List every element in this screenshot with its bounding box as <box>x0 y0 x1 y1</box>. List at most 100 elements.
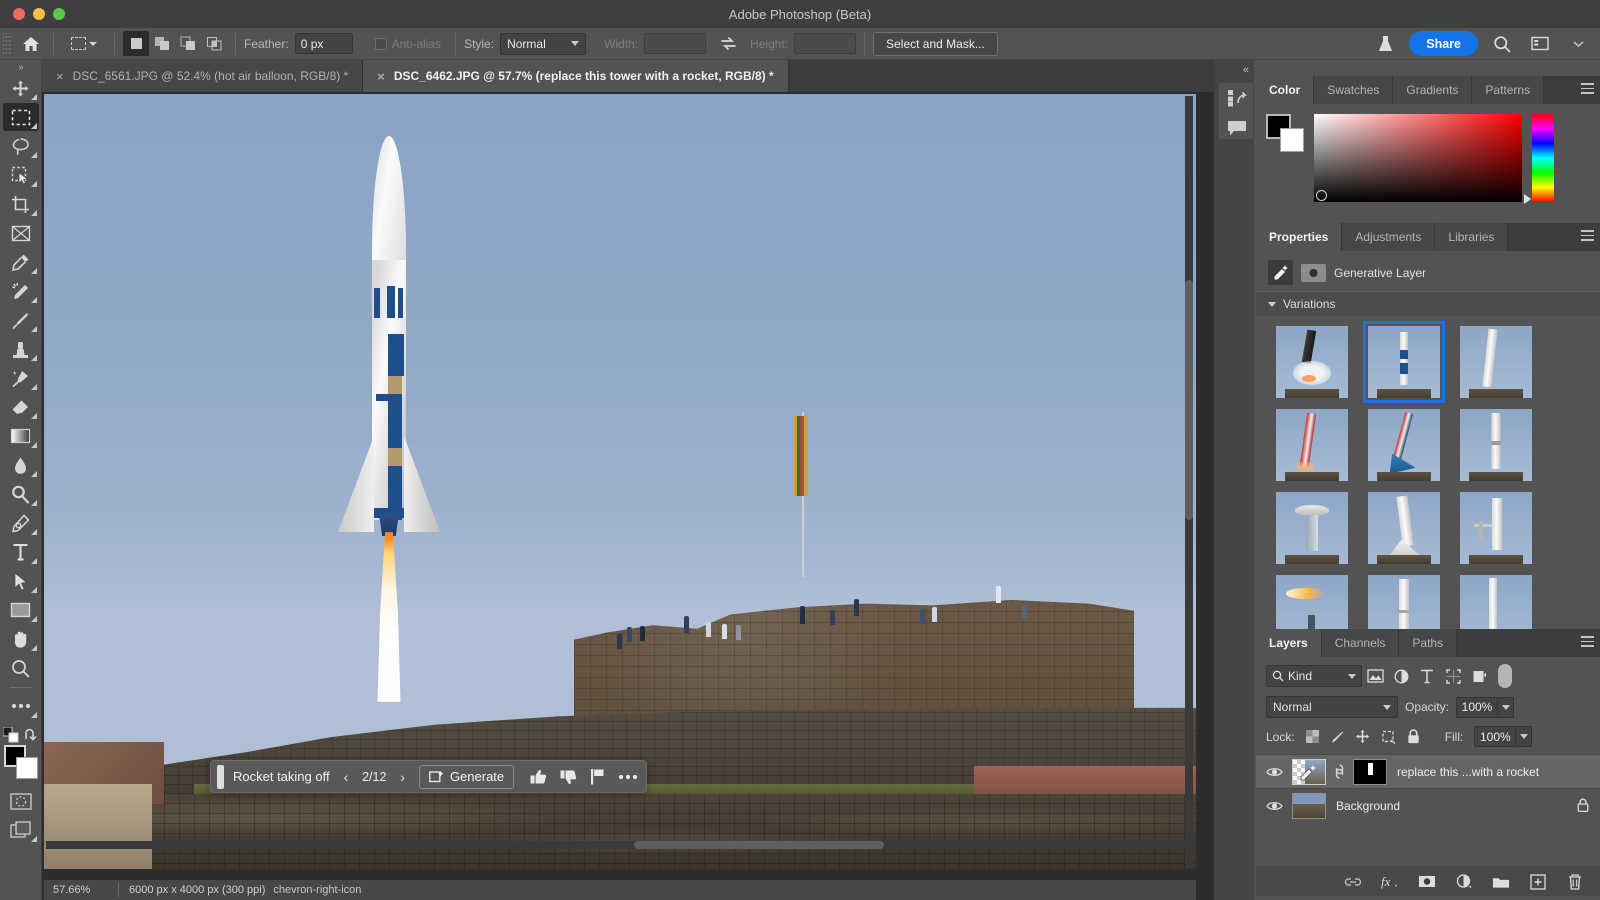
tab-paths[interactable]: Paths <box>1399 629 1457 657</box>
tab-color[interactable]: Color <box>1256 76 1314 104</box>
screen-mode-icon[interactable] <box>3 816 39 844</box>
document-tab-1[interactable]: × DSC_6561.JPG @ 52.4% (hot air balloon,… <box>42 60 363 92</box>
new-selection-button[interactable] <box>123 31 149 56</box>
anti-alias-control[interactable]: Anti-alias <box>375 37 447 51</box>
flask-icon[interactable] <box>1372 32 1398 56</box>
close-icon[interactable]: × <box>377 70 385 83</box>
chevron-down-icon[interactable] <box>1565 32 1591 56</box>
background-color-swatch[interactable] <box>16 757 38 779</box>
anti-alias-checkbox[interactable] <box>375 38 387 50</box>
layer-visibility-toggle[interactable] <box>1264 766 1284 778</box>
link-layers-icon[interactable] <box>1344 877 1362 887</box>
toolbar-grip[interactable]: » <box>0 60 41 74</box>
canvas-area[interactable]: 57.66% 6000 px x 4000 px (300 ppi) chevr… <box>42 92 1214 900</box>
zoom-level[interactable]: 57.66% <box>44 884 118 896</box>
generate-button[interactable]: Generate <box>419 765 514 789</box>
feather-input[interactable]: 0 px <box>295 33 353 54</box>
home-icon[interactable] <box>18 32 44 56</box>
background-color-swatch[interactable] <box>1280 128 1304 152</box>
quick-mask-icon[interactable] <box>3 787 39 815</box>
variation-thumbnail-2[interactable] <box>1368 326 1440 398</box>
share-button[interactable]: Share <box>1409 31 1478 56</box>
layer-name[interactable]: replace this ...with a rocket <box>1397 765 1539 779</box>
style-select[interactable]: Normal <box>500 33 586 55</box>
layer-thumbnail[interactable] <box>1292 759 1326 785</box>
thumbs-up-icon[interactable] <box>530 769 547 785</box>
ellipsis-icon[interactable] <box>618 774 638 780</box>
lock-artboard-nesting-icon[interactable] <box>1381 730 1396 744</box>
swap-dimensions-icon[interactable] <box>715 32 741 56</box>
collapse-panels-button[interactable]: « <box>1243 64 1249 76</box>
layer-filter-kind-select[interactable]: Kind <box>1266 665 1362 687</box>
color-selection-marker[interactable] <box>1316 190 1327 201</box>
rectangular-marquee-tool[interactable] <box>3 103 39 131</box>
spot-healing-brush-tool[interactable] <box>3 277 39 305</box>
layer-mask-thumbnail[interactable] <box>1353 759 1387 785</box>
move-tool[interactable] <box>3 74 39 102</box>
opacity-value[interactable]: 100% <box>1456 697 1498 718</box>
object-selection-tool[interactable] <box>3 161 39 189</box>
options-bar-grip[interactable] <box>3 33 12 55</box>
new-group-icon[interactable] <box>1492 875 1510 889</box>
width-input[interactable] <box>644 33 706 54</box>
workspace-panels-icon[interactable] <box>1527 32 1553 56</box>
default-colors-icon[interactable] <box>3 727 19 743</box>
blend-mode-select[interactable]: Normal <box>1266 696 1398 718</box>
zoom-tool[interactable] <box>3 654 39 682</box>
table-row[interactable]: replace this ...with a rocket <box>1256 754 1600 788</box>
canvas-horizontal-scrollbar-track[interactable] <box>46 841 1196 849</box>
filter-shape-icon[interactable] <box>1440 665 1466 687</box>
report-flag-icon[interactable] <box>590 768 605 785</box>
frame-tool[interactable] <box>3 219 39 247</box>
gradient-tool[interactable] <box>3 422 39 450</box>
subtract-from-selection-button[interactable] <box>175 31 201 56</box>
tab-libraries[interactable]: Libraries <box>1435 223 1508 251</box>
layer-thumbnail[interactable] <box>1292 793 1326 819</box>
variation-thumbnail-3[interactable] <box>1460 326 1532 398</box>
clone-stamp-tool[interactable] <box>3 335 39 363</box>
maximize-window-button[interactable] <box>53 8 65 20</box>
variation-thumbnail-9[interactable] <box>1460 492 1532 564</box>
tab-patterns[interactable]: Patterns <box>1472 76 1544 104</box>
canvas-horizontal-scrollbar[interactable] <box>634 841 884 849</box>
generative-prompt-text[interactable]: Rocket taking off <box>233 769 330 784</box>
variation-thumbnail-8[interactable] <box>1368 492 1440 564</box>
search-icon[interactable] <box>1489 32 1515 56</box>
layer-visibility-toggle[interactable] <box>1264 800 1284 812</box>
hand-tool[interactable] <box>3 625 39 653</box>
swap-colors-icon[interactable] <box>24 728 38 742</box>
taskbar-drag-handle[interactable] <box>217 765 224 789</box>
layer-mask-link-icon[interactable] <box>1334 763 1345 780</box>
height-input[interactable] <box>794 33 856 54</box>
edit-toolbar-ellipsis-icon[interactable] <box>3 692 39 720</box>
filter-type-icon[interactable] <box>1414 665 1440 687</box>
rectangle-tool[interactable] <box>3 596 39 624</box>
thumbs-down-icon[interactable] <box>560 769 577 785</box>
dodge-tool[interactable] <box>3 480 39 508</box>
tab-swatches[interactable]: Swatches <box>1314 76 1393 104</box>
variation-thumbnail-6[interactable] <box>1460 409 1532 481</box>
opacity-stepper[interactable] <box>1498 697 1514 718</box>
lock-all-icon[interactable] <box>1407 729 1420 744</box>
tab-channels[interactable]: Channels <box>1322 629 1400 657</box>
lock-position-icon[interactable] <box>1355 729 1370 744</box>
add-layer-mask-icon[interactable] <box>1418 875 1436 888</box>
panel-menu-icon[interactable] <box>1574 223 1600 251</box>
tab-gradients[interactable]: Gradients <box>1393 76 1472 104</box>
add-to-selection-button[interactable] <box>149 31 175 56</box>
close-icon[interactable]: × <box>56 70 64 83</box>
lock-transparent-pixels-icon[interactable] <box>1306 730 1319 743</box>
tab-layers[interactable]: Layers <box>1256 629 1322 657</box>
new-layer-icon[interactable] <box>1529 874 1547 890</box>
crop-tool[interactable] <box>3 190 39 218</box>
layer-name[interactable]: Background <box>1336 799 1400 813</box>
filter-enable-toggle[interactable] <box>1498 664 1512 688</box>
hue-slider[interactable] <box>1532 114 1554 202</box>
history-brush-tool[interactable] <box>3 364 39 392</box>
chevron-left-icon[interactable]: ‹ <box>344 769 349 785</box>
fill-value[interactable]: 100% <box>1474 726 1516 747</box>
tab-properties[interactable]: Properties <box>1256 223 1342 251</box>
add-layer-style-icon[interactable]: fx <box>1381 874 1399 890</box>
minimize-window-button[interactable] <box>33 8 45 20</box>
fill-stepper[interactable] <box>1516 726 1532 747</box>
